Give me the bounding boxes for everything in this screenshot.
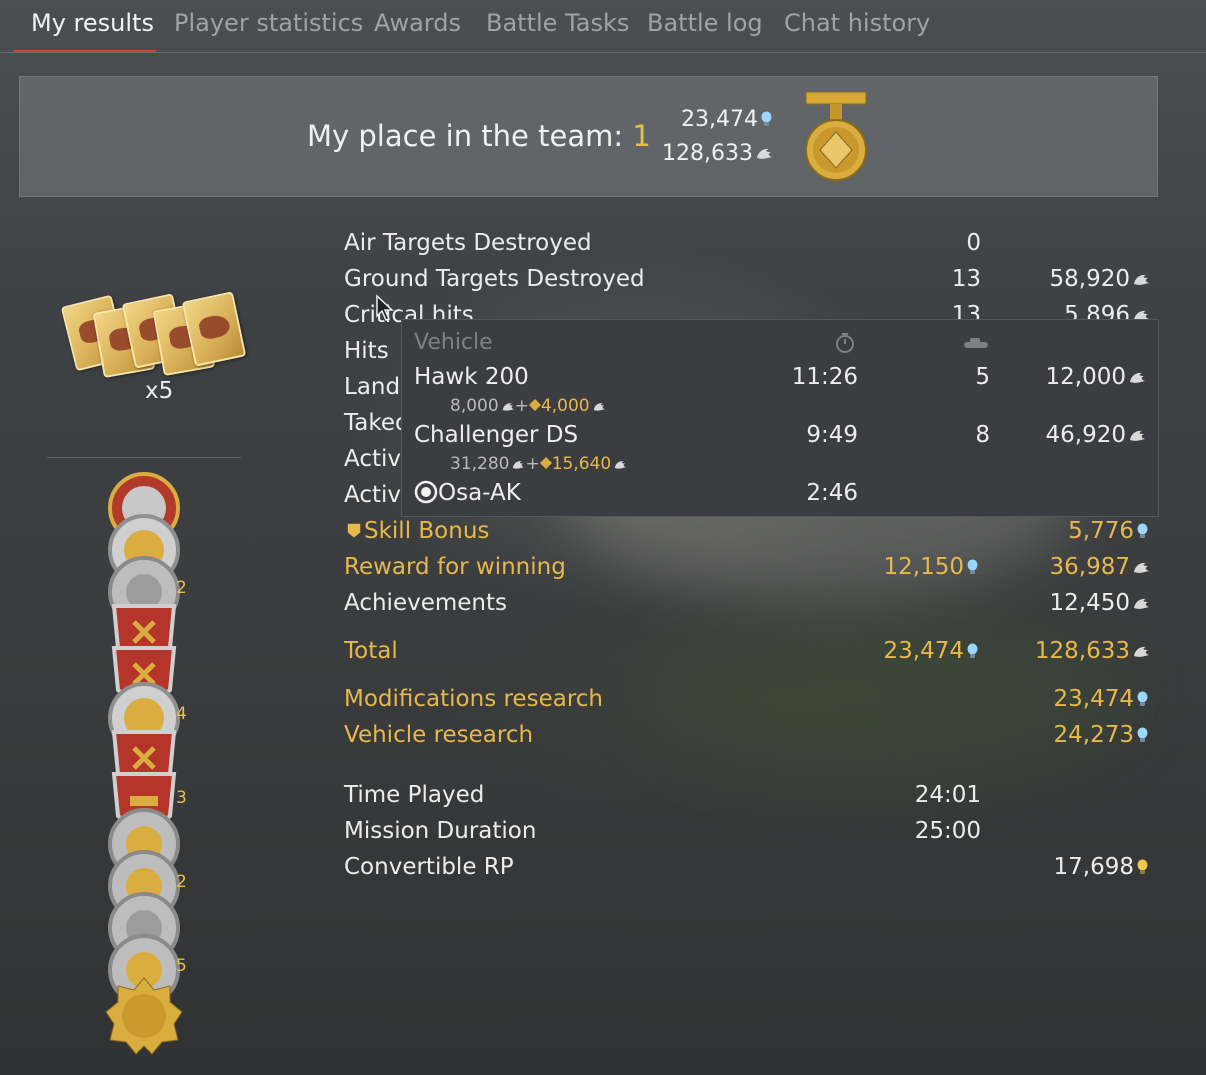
time-played-label: Time Played (344, 782, 485, 808)
mod-research-rp: 23,474 (1054, 686, 1148, 712)
research-points-icon (967, 643, 978, 659)
silver-lions-icon (1128, 370, 1146, 386)
medal-count: 2 (176, 872, 187, 892)
medal-count: 4 (176, 704, 187, 724)
total-label: Total (344, 638, 398, 664)
tooltip-vehicle-kills: 8 (975, 422, 990, 448)
premium-bonus-icon (539, 457, 552, 469)
row-hits-label: Hits (344, 338, 389, 364)
medal-count: 3 (176, 788, 187, 808)
mod-research-label: Modifications research (344, 686, 603, 712)
tooltip-vehicle-time: 11:26 (791, 364, 858, 390)
silver-lions-icon (1132, 272, 1150, 288)
tab-my-results[interactable]: My results (31, 9, 154, 37)
tooltip-vehicle-time: 2:46 (806, 480, 858, 506)
silver-lions-icon (1132, 596, 1150, 612)
skill-bonus-label: Skill Bonus (344, 518, 489, 544)
total-sl: 128,633 (1035, 638, 1150, 664)
medal-stack: 2 4 3 2 5 (100, 470, 190, 1055)
research-points-icon (1137, 523, 1148, 539)
tooltip-vehicle-name: Hawk 200 (414, 364, 529, 390)
convertible-rp-icon (1137, 859, 1148, 875)
header-sl-total: 128,633 (662, 141, 773, 166)
medal-count: 2 (176, 578, 187, 598)
mouse-cursor-icon (376, 294, 394, 321)
row-air-targets-label: Air Targets Destroyed (344, 230, 592, 256)
row-ground-targets-sl: 58,920 (1050, 266, 1150, 292)
tab-awards[interactable]: Awards (374, 9, 461, 37)
silver-lions-icon (755, 146, 773, 162)
tooltip-header-vehicle: Vehicle (414, 330, 493, 355)
veh-research-label: Vehicle research (344, 722, 534, 748)
achievements-sl: 12,450 (1050, 590, 1150, 616)
total-rp: 23,474 (884, 638, 978, 664)
tooltip-vehicle-breakdown: 31,280 +15,640 (450, 454, 627, 474)
mission-duration-label: Mission Duration (344, 818, 537, 844)
medal-count: 5 (176, 956, 187, 976)
row-ground-targets-label: Ground Targets Destroyed (344, 266, 645, 292)
tank-icon (964, 338, 988, 348)
tooltip-vehicle-sl: 46,920 (1046, 422, 1146, 448)
skill-bonus-icon (344, 520, 364, 540)
silver-lions-icon (1132, 560, 1150, 576)
row-ground-targets-count: 13 (951, 266, 981, 292)
tooltip-vehicle-name: Osa-AK (414, 480, 521, 506)
research-points-icon (761, 111, 772, 127)
active-tab-indicator (13, 50, 156, 52)
tab-bar: My results Player statistics Awards Batt… (0, 0, 1206, 53)
target-icon (414, 480, 438, 504)
tab-battle-log[interactable]: Battle log (647, 9, 763, 37)
tooltip-vehicle-kills: 5 (975, 364, 990, 390)
silver-lions-icon (1128, 428, 1146, 444)
skill-bonus-rp: 5,776 (1068, 518, 1148, 544)
cards-multiplier: x5 (145, 378, 174, 404)
mission-duration-value: 25:00 (914, 818, 981, 844)
team-place-value: 1 (632, 119, 651, 153)
veh-research-rp: 24,273 (1054, 722, 1148, 748)
convertible-rp-label: Convertible RP (344, 854, 514, 880)
reward-winning-rp: 12,150 (884, 554, 978, 580)
premium-bonus-icon (528, 399, 541, 411)
tooltip-vehicle-sl: 12,000 (1046, 364, 1146, 390)
team-medal-icon (805, 92, 867, 181)
tooltip-vehicle-time: 9:49 (806, 422, 858, 448)
time-played-value: 24:01 (914, 782, 981, 808)
convertible-rp-value: 17,698 (1054, 854, 1148, 880)
research-points-icon (967, 559, 978, 575)
gold-medal-icon[interactable] (104, 976, 184, 1056)
research-points-icon (1137, 691, 1148, 707)
award-cards (60, 290, 247, 379)
team-place-label: My place in the team: 1 (307, 119, 651, 153)
tab-player-statistics[interactable]: Player statistics (174, 9, 363, 37)
research-points-icon (1137, 727, 1148, 743)
achievements-label: Achievements (344, 590, 507, 616)
vehicle-tooltip: Vehicle Hawk 200 11:26 5 12,000 8,000 +4,… (401, 319, 1159, 517)
row-air-targets-count: 0 (966, 230, 981, 256)
silver-lions-icon (1132, 644, 1150, 660)
timer-icon (836, 333, 854, 353)
reward-winning-sl: 36,987 (1050, 554, 1150, 580)
divider (47, 457, 241, 458)
reward-winning-label: Reward for winning (344, 554, 566, 580)
tooltip-vehicle-name: Challenger DS (414, 422, 579, 448)
tooltip-vehicle-breakdown: 8,000 +4,000 (450, 396, 606, 416)
tab-battle-tasks[interactable]: Battle Tasks (486, 9, 629, 37)
header-rp-total: 23,474 (681, 107, 772, 132)
tab-chat-history[interactable]: Chat history (784, 9, 930, 37)
